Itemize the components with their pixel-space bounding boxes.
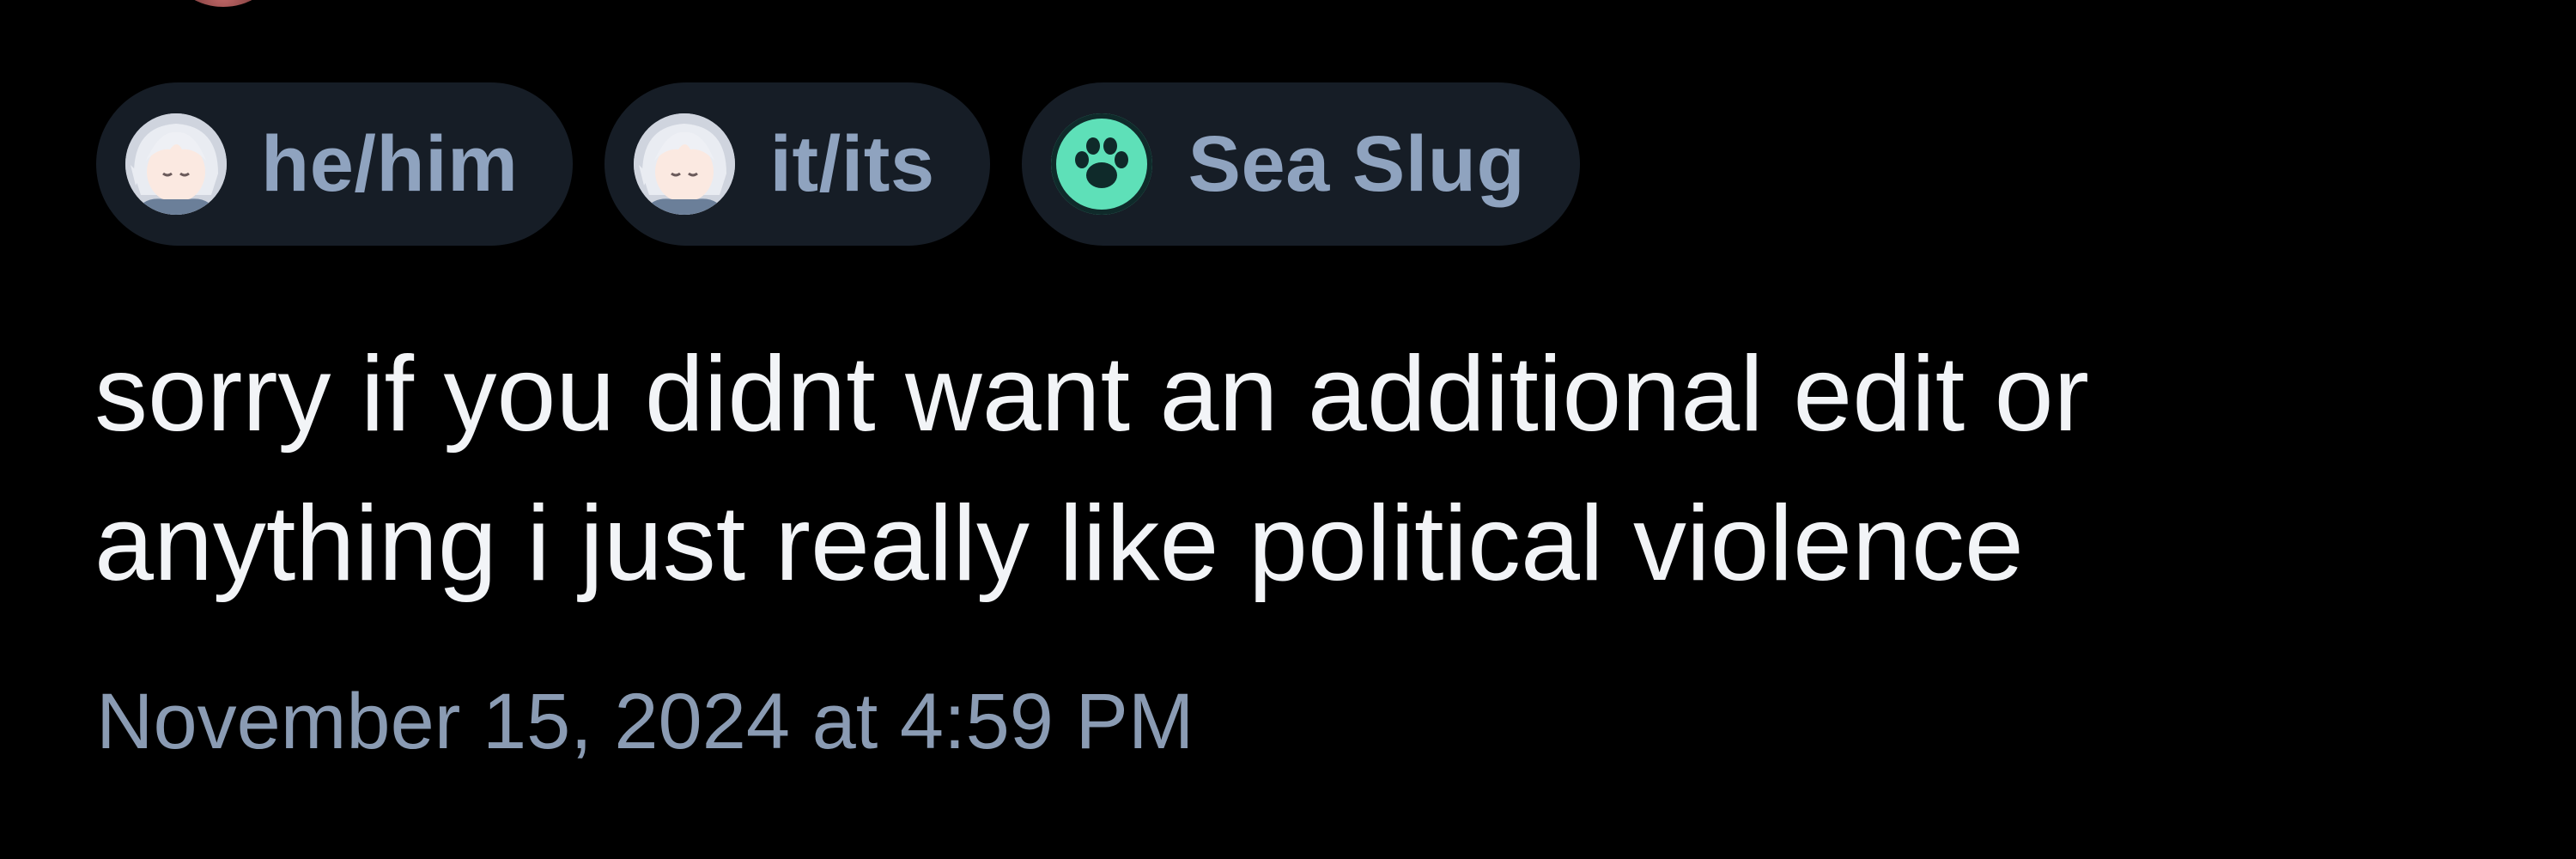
tag-pill-pronoun-it[interactable]: it/its (605, 82, 990, 246)
tag-row: he/him it/its Sea Slug (96, 82, 1581, 246)
paw-print-icon (1050, 113, 1152, 215)
tag-label: it/its (769, 119, 935, 208)
tag-label: Sea Slug (1188, 119, 1526, 208)
tag-label: he/him (261, 119, 519, 208)
post-timestamp[interactable]: November 15, 2024 at 4:59 PM (96, 677, 1194, 767)
anime-avatar-icon (634, 113, 736, 215)
tag-pill-species[interactable]: Sea Slug (1021, 82, 1581, 246)
author-avatar[interactable] (176, 0, 270, 7)
anime-avatar-icon (125, 113, 227, 215)
post-body-text: sorry if you didnt want an additional ed… (94, 335, 2089, 603)
tag-pill-pronoun-he[interactable]: he/him (96, 82, 574, 246)
